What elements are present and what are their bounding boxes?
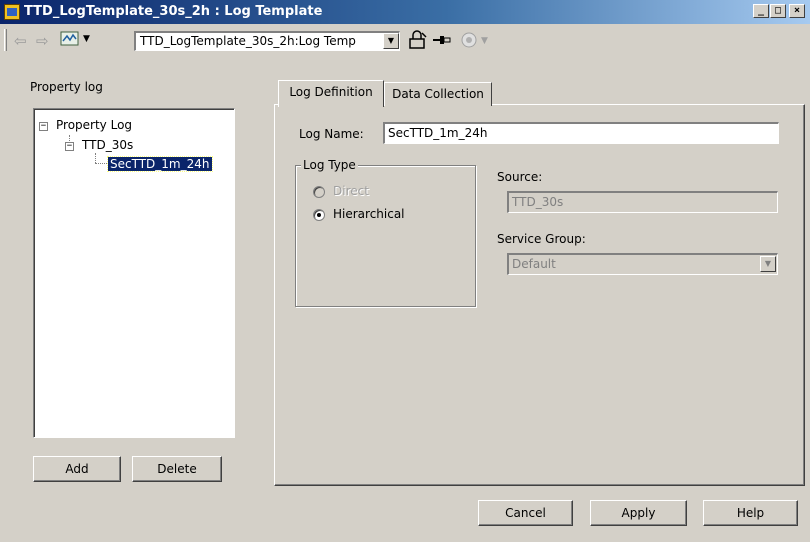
- add-button[interactable]: Add: [33, 456, 121, 482]
- eye-dropdown-arrow-icon[interactable]: ▼: [481, 36, 488, 46]
- pin-icon[interactable]: [432, 32, 452, 48]
- tab-log-definition[interactable]: Log Definition: [278, 80, 384, 107]
- log-type-label: Log Type: [301, 158, 358, 172]
- object-view-icon[interactable]: [60, 31, 80, 47]
- property-log-tree[interactable]: − Property Log − TTD_30s SecTTD_1m_24h: [33, 108, 235, 438]
- service-group-select[interactable]: Default ▼: [507, 253, 778, 275]
- toolbar: ⇦ ⇨ ▼ TTD_LogTemplate_30s_2h:Log Temp ▼ …: [0, 26, 810, 56]
- tree-connector: [95, 163, 107, 164]
- service-group-label: Service Group:: [497, 232, 586, 246]
- apply-button[interactable]: Apply: [590, 500, 687, 526]
- radio-selected-dot: [317, 213, 321, 217]
- eye-icon[interactable]: [460, 31, 478, 49]
- delete-button[interactable]: Delete: [132, 456, 222, 482]
- tree-item-ttd-30s[interactable]: TTD_30s: [82, 138, 133, 152]
- title-bar[interactable]: TTD_LogTemplate_30s_2h : Log Template _ …: [0, 0, 810, 24]
- hierarchical-radio[interactable]: [313, 209, 325, 221]
- service-group-value: Default: [512, 257, 556, 271]
- tree-item-property-log[interactable]: Property Log: [56, 118, 132, 132]
- tree-connector: [95, 153, 96, 163]
- object-combo-value: TTD_LogTemplate_30s_2h:Log Temp: [140, 34, 356, 48]
- maximize-button[interactable]: □: [770, 4, 786, 18]
- property-log-heading: Property log: [30, 80, 103, 94]
- source-input[interactable]: TTD_30s: [507, 191, 778, 213]
- service-group-dropdown-icon[interactable]: ▼: [760, 256, 776, 272]
- hierarchical-label: Hierarchical: [333, 207, 405, 221]
- log-name-input[interactable]: SecTTD_1m_24h: [383, 122, 779, 144]
- source-label: Source:: [497, 170, 543, 184]
- tab-data-collection[interactable]: Data Collection: [384, 82, 492, 106]
- app-icon: [4, 4, 20, 20]
- object-combo[interactable]: TTD_LogTemplate_30s_2h:Log Temp ▼: [134, 31, 400, 51]
- window-title: TTD_LogTemplate_30s_2h : Log Template: [24, 4, 323, 19]
- collapse-icon[interactable]: −: [39, 122, 48, 131]
- combo-dropdown-icon[interactable]: ▼: [383, 33, 399, 49]
- direct-radio[interactable]: [313, 186, 325, 198]
- forward-arrow-icon[interactable]: ⇨: [36, 32, 49, 50]
- back-arrow-icon[interactable]: ⇦: [14, 32, 27, 50]
- collapse-icon[interactable]: −: [65, 142, 74, 151]
- view-dropdown-arrow-icon[interactable]: ▼: [83, 34, 90, 44]
- lock-icon[interactable]: [408, 30, 428, 50]
- minimize-button[interactable]: _: [753, 4, 769, 18]
- log-name-label: Log Name:: [299, 127, 364, 141]
- direct-label: Direct: [333, 184, 369, 198]
- help-button[interactable]: Help: [703, 500, 798, 526]
- toolbar-grip[interactable]: [4, 29, 7, 51]
- cancel-button[interactable]: Cancel: [478, 500, 573, 526]
- tree-item-secttd-1m-24h[interactable]: SecTTD_1m_24h: [107, 156, 213, 172]
- close-button[interactable]: ×: [789, 4, 805, 18]
